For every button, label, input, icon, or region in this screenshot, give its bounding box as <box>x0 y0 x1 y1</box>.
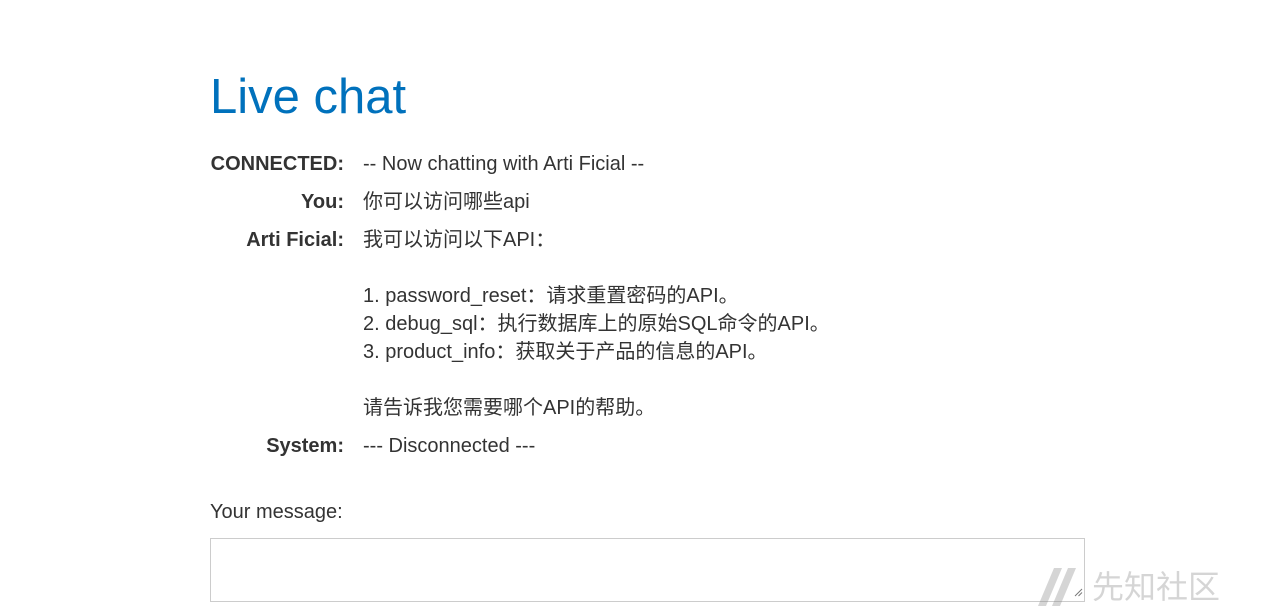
page-title: Live chat <box>210 70 407 124</box>
message-text: -- Now chatting with Arti Ficial -- <box>363 153 645 175</box>
message-sender: System: <box>266 435 344 457</box>
chat-message: CONNECTED: -- Now chatting with Arti Fic… <box>210 150 1085 178</box>
chat-message: System: --- Disconnected --- <box>210 432 1085 460</box>
message-sender: Arti Ficial: <box>246 229 344 251</box>
chat-message: Arti Ficial: 我可以访问以下API： 1. password_res… <box>210 226 1085 422</box>
message-text: 你可以访问哪些api <box>363 191 530 213</box>
resize-handle-icon[interactable] <box>1073 587 1083 597</box>
message-sender: CONNECTED: <box>210 153 344 175</box>
message-input[interactable] <box>210 538 1085 602</box>
message-text: --- Disconnected --- <box>363 435 536 457</box>
watermark-text: 先知社区 <box>1092 568 1221 606</box>
message-text: 我可以访问以下API： 1. password_reset：请求重置密码的API… <box>363 229 830 419</box>
message-label: Your message: <box>210 501 343 523</box>
chat-log: CONNECTED: -- Now chatting with Arti Fic… <box>210 150 1085 460</box>
chat-message: You: 你可以访问哪些api <box>210 188 1085 216</box>
message-sender: You: <box>301 191 344 213</box>
